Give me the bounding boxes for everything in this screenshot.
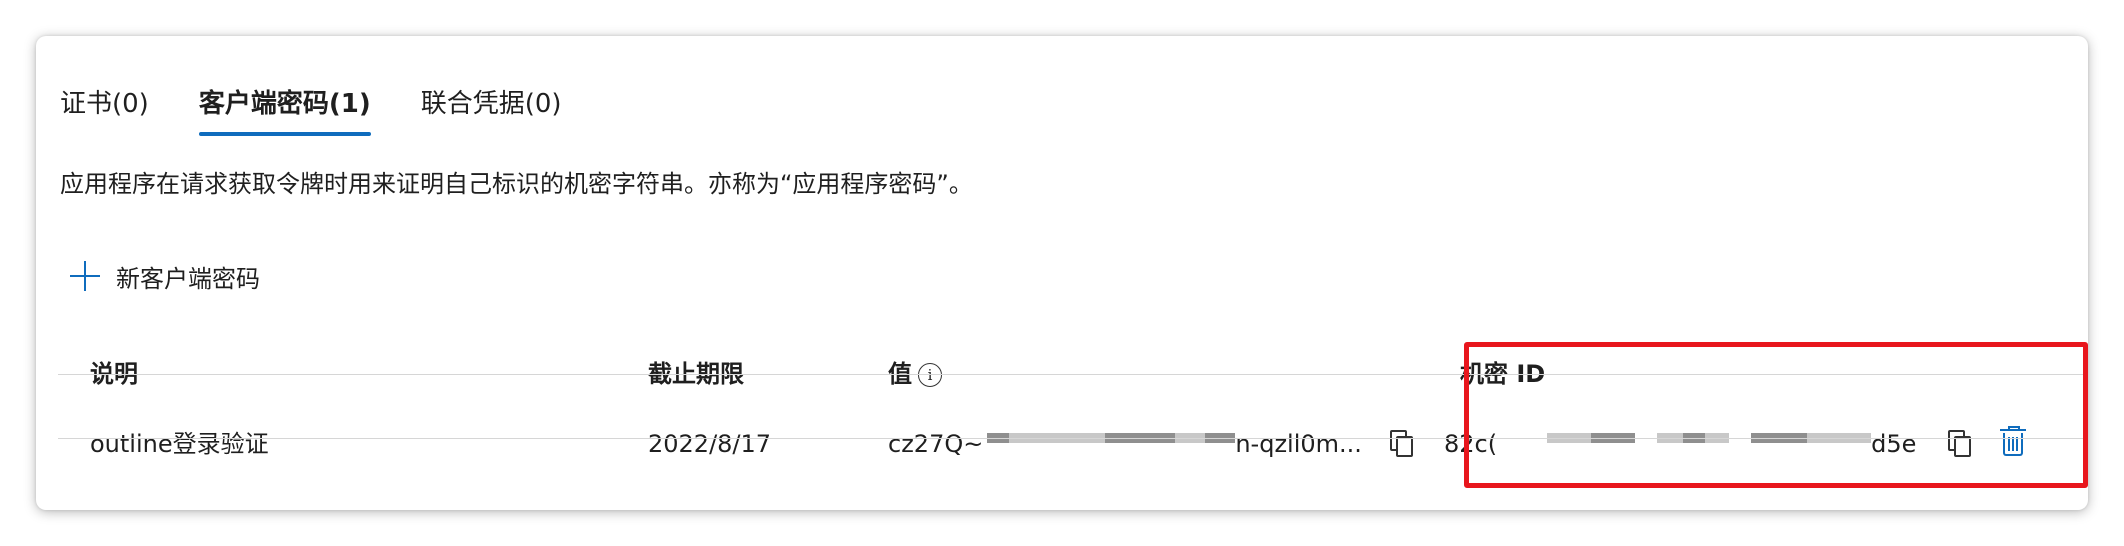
section-description: 应用程序在请求获取令牌时用来证明自己标识的机密字符串。亦称为“应用程序密码”。 <box>60 170 973 198</box>
row-secret-id-suffix: d5e <box>1871 430 1917 458</box>
redacted-value <box>983 430 1236 458</box>
client-secrets-card: 证书(0) 客户端密码(1) 联合凭据(0) 应用程序在请求获取令牌时用来证明自… <box>36 36 2088 510</box>
tab-certificates[interactable]: 证书(0) <box>60 76 149 132</box>
row-secret-id-prefix: 82c( <box>1444 430 1498 458</box>
row-secret-id: 82c( d5e <box>1444 416 1916 472</box>
row-value: cz27Q~ n-qzll0m... <box>888 416 1362 472</box>
copy-value-icon[interactable] <box>1390 430 1413 457</box>
row-value-prefix: cz27Q~ <box>888 430 984 458</box>
row-expires: 2022/8/17 <box>648 430 772 458</box>
tab-client-secrets[interactable]: 客户端密码(1) <box>198 76 371 136</box>
tab-bar: 证书(0) 客户端密码(1) 联合凭据(0) <box>60 76 612 136</box>
copy-secret-id-icon[interactable] <box>1948 430 1971 457</box>
row-divider <box>58 438 2088 439</box>
header-divider <box>58 374 2088 375</box>
redacted-secret-id <box>1497 430 1872 458</box>
plus-icon <box>70 261 100 291</box>
new-client-secret-button[interactable]: 新客户端密码 <box>70 248 260 304</box>
new-client-secret-label: 新客户端密码 <box>116 264 260 293</box>
row-value-suffix: n-qzll0m... <box>1235 430 1362 458</box>
tab-federated-credentials[interactable]: 联合凭据(0) <box>421 76 562 132</box>
info-icon[interactable]: i <box>918 363 942 387</box>
row-description: outline登录验证 <box>90 430 269 458</box>
delete-secret-icon[interactable] <box>2000 426 2026 458</box>
